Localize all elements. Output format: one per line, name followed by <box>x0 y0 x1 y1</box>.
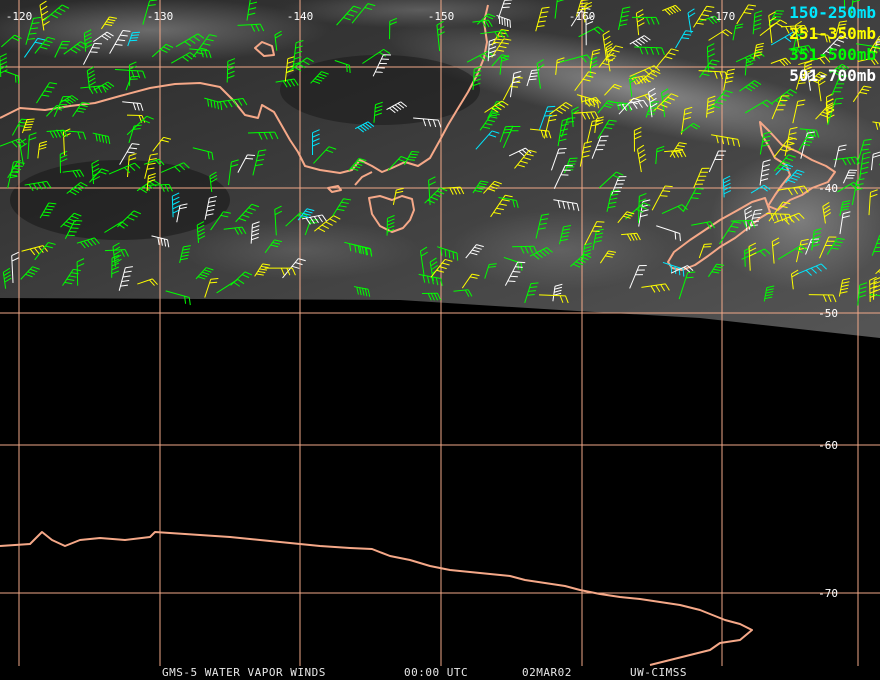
legend-item-150-250: 150-250mb <box>789 3 876 22</box>
longitude-label: -130 <box>147 10 174 23</box>
latitude-label: -60 <box>818 439 838 452</box>
latitude-label: -70 <box>818 587 838 600</box>
latitude-label: -50 <box>818 307 838 320</box>
legend-item-351-500: 351-500mb <box>789 45 876 64</box>
map-canvas: -40 -50 -60 -70 -120 -130 -140 -150 -160 -170 <box>0 0 880 666</box>
legend-item-501-700: 501-700mb <box>789 66 876 85</box>
timestamp-time: 00:00 UTC <box>404 666 469 679</box>
product-name: GMS-5 WATER VAPOR WINDS <box>162 666 326 679</box>
longitude-label: -170 <box>709 10 736 23</box>
longitude-label: -140 <box>287 10 314 23</box>
latitude-label: -40 <box>818 182 838 195</box>
wind-map: -40 -50 -60 -70 -120 -130 -140 -150 -160 -170 15… <box>0 0 880 680</box>
longitude-label: -150 <box>428 10 455 23</box>
legend-item-251-350: 251-350mb <box>789 24 876 43</box>
timestamp-date: 02MAR02 <box>522 666 572 679</box>
pressure-legend: 150-250mb 251-350mb 351-500mb 501-700mb <box>789 2 876 86</box>
longitude-label: -160 <box>569 10 596 23</box>
footer-bar: GMS-5 WATER VAPOR WINDS 00:00 UTC 02MAR0… <box>0 666 880 680</box>
longitude-label: -120 <box>6 10 33 23</box>
antarctica-coast <box>0 531 753 666</box>
source-credit: UW-CIMSS <box>630 666 687 679</box>
